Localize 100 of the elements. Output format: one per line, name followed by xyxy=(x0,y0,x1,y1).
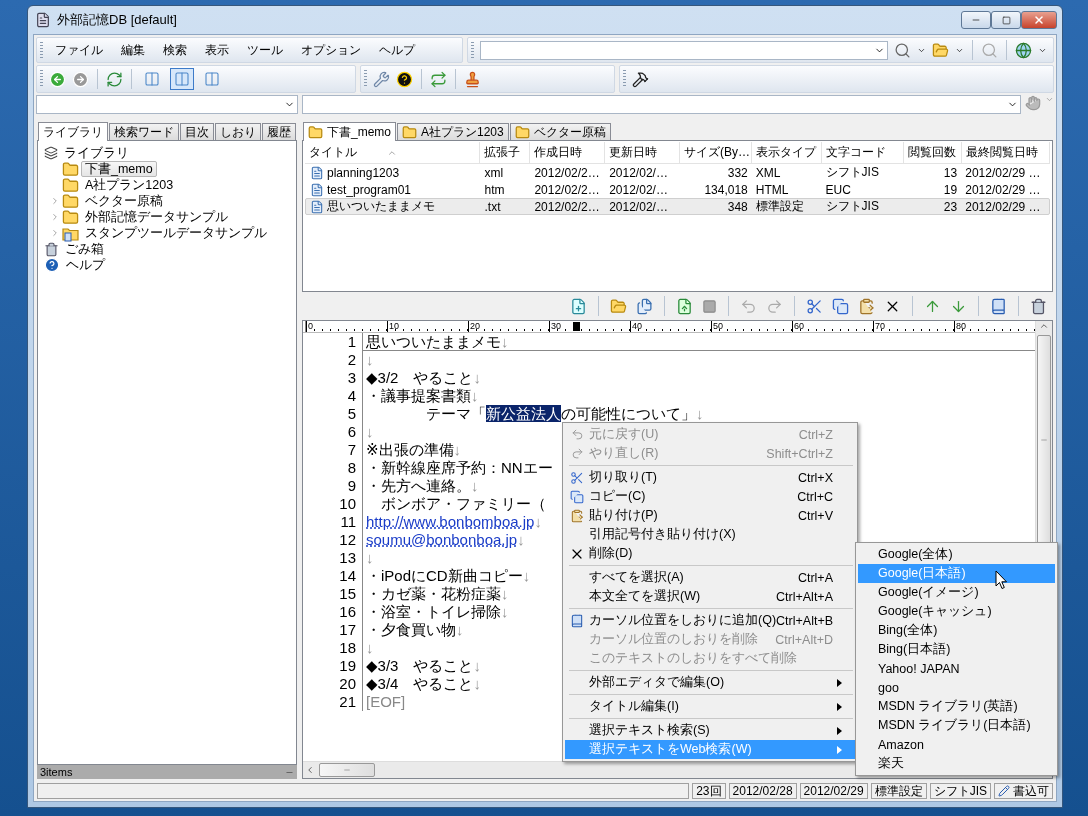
column-header[interactable]: タイトル xyxy=(305,142,480,163)
table-cell: 2012/02/… xyxy=(609,199,668,214)
folder-icon xyxy=(62,176,79,194)
tree-item[interactable]: 下書_memo xyxy=(81,161,157,177)
menu-item[interactable]: カーソル位置をしおりに追加(Q)Ctrl+Alt+B xyxy=(565,611,855,630)
search-icon[interactable] xyxy=(981,41,998,59)
menu-item[interactable]: 楽天 xyxy=(858,754,1055,773)
menu-item[interactable]: Google(キャッシュ) xyxy=(858,602,1055,621)
table-cell: HTML xyxy=(755,182,789,197)
column-header[interactable]: 拡張子 xyxy=(480,142,530,163)
scissors-icon xyxy=(570,470,584,485)
panel-tab[interactable]: ライブラリ xyxy=(38,122,108,141)
document-tab[interactable]: A社プラン1203 xyxy=(397,123,509,140)
maximize-button[interactable] xyxy=(991,11,1021,29)
column-header[interactable]: 表示タイプ xyxy=(752,142,822,163)
paste-icon[interactable] xyxy=(858,297,875,315)
tree-item[interactable]: ライブラリ xyxy=(60,145,133,161)
column-header[interactable]: 最終閲覧日時 xyxy=(962,142,1050,163)
menu-item[interactable]: ファイル xyxy=(49,38,109,62)
search-icon[interactable] xyxy=(894,41,911,59)
menu-item[interactable]: 本文全てを選択(W) Ctrl+Alt+A xyxy=(565,587,855,606)
tools-icon[interactable] xyxy=(632,70,649,88)
menu-item[interactable]: 切り取り(T) Ctrl+X xyxy=(565,468,855,487)
menu-item[interactable]: すべてを選択(A) Ctrl+A xyxy=(565,568,855,587)
column-header[interactable]: 作成日時 xyxy=(530,142,605,163)
files-icon[interactable] xyxy=(636,297,653,315)
globe-icon[interactable] xyxy=(1015,41,1032,59)
menu-item[interactable]: 選択テキスト検索(S) xyxy=(565,721,855,740)
column-header[interactable]: 更新日時 xyxy=(605,142,680,163)
redo-icon[interactable] xyxy=(766,297,783,315)
tree-item[interactable]: ヘルプ xyxy=(62,257,109,273)
menu-item[interactable]: 外部エディタで編集(O) xyxy=(565,673,855,692)
wrench-icon[interactable] xyxy=(373,70,390,88)
column-header[interactable]: 閲覧回数 xyxy=(904,142,962,163)
menu-item[interactable]: Amazon xyxy=(858,735,1055,754)
new-file-icon[interactable] xyxy=(570,297,587,315)
column-header[interactable]: サイズ(By… xyxy=(680,142,752,163)
menu-item[interactable]: 編集 xyxy=(115,38,151,62)
trash-icon[interactable] xyxy=(1030,297,1047,315)
folder-icon[interactable] xyxy=(932,41,949,59)
columns-icon xyxy=(174,71,190,87)
menu-item[interactable]: Yahoo! JAPAN xyxy=(858,659,1055,678)
library-combo-box[interactable] xyxy=(36,95,298,114)
menu-item[interactable]: Bing(日本語) xyxy=(858,640,1055,659)
menu-item[interactable]: 引用記号付き貼り付け(X) xyxy=(565,525,855,544)
text-line: ※出張の準備↓ xyxy=(365,441,462,459)
minimize-button[interactable] xyxy=(961,11,991,29)
search-combo-box[interactable] xyxy=(480,40,888,60)
document-combo-box[interactable] xyxy=(302,95,1021,114)
ruler-number: 30 xyxy=(549,321,630,332)
file-upload-icon[interactable] xyxy=(676,297,693,315)
panel-tab[interactable]: しおり xyxy=(215,123,261,140)
folder-icon[interactable] xyxy=(610,297,627,315)
table-cell: test_program01 xyxy=(327,182,412,197)
help-icon[interactable] xyxy=(396,70,413,88)
menu-item[interactable]: goo xyxy=(858,678,1055,697)
refresh-icon[interactable] xyxy=(106,70,123,88)
pane-layout-button[interactable] xyxy=(170,68,194,90)
menu-item[interactable]: ツール xyxy=(241,38,289,62)
column-header[interactable]: 文字コード xyxy=(822,142,904,163)
scroll-thumb[interactable] xyxy=(1037,335,1051,545)
recycle-icon[interactable] xyxy=(430,70,447,88)
file-row[interactable]: planning1203 xml 2012/02/2… 2012/02/… 332 XML シフトJIS 13 2012/02/29 … xyxy=(305,164,1050,181)
table-cell: planning1203 xyxy=(327,165,400,180)
file-row[interactable]: 思いついたままメモ .txt 2012/02/2… 2012/02/… 348 標準設定 シフトJIS 23 2012/02/29 … xyxy=(305,198,1050,215)
undo-icon[interactable] xyxy=(740,297,757,315)
tree-item[interactable]: スタンプツールデータサンプル xyxy=(81,225,271,241)
scissors-icon[interactable] xyxy=(806,297,823,315)
close-button[interactable] xyxy=(1021,11,1057,29)
ruler-number: 60 xyxy=(792,321,873,332)
menu-item[interactable]: 表示 xyxy=(199,38,235,62)
panel-tab[interactable]: 履歴 xyxy=(262,123,296,140)
tree-item[interactable]: 外部記憶データサンプル xyxy=(81,209,232,225)
document-tab[interactable]: ベクター原稿 xyxy=(509,123,611,140)
stamp-icon[interactable] xyxy=(464,70,481,88)
menu-item[interactable]: 削除(D) xyxy=(565,544,855,563)
tree-item[interactable]: A社プラン1203 xyxy=(81,177,178,193)
menu-item[interactable]: 検索 xyxy=(157,38,193,62)
menu-item[interactable]: コピー(C) Ctrl+C xyxy=(565,487,855,506)
menu-item[interactable]: タイトル編集(I) xyxy=(565,697,855,716)
menu-item[interactable]: Bing(全体) xyxy=(858,621,1055,640)
file-row[interactable]: test_program01 htm 2012/02/2… 2012/02/… 134,018 HTML EUC 19 2012/02/29 … xyxy=(305,181,1050,198)
tree-item[interactable]: ベクター原稿 xyxy=(81,193,167,209)
menu-item[interactable]: MSDN ライブラリ(英語) xyxy=(858,697,1055,716)
tree-item[interactable]: ごみ箱 xyxy=(61,241,108,257)
menu-item[interactable]: 貼り付け(P) Ctrl+V xyxy=(565,506,855,525)
menu-item[interactable]: Google(イメージ) xyxy=(858,583,1055,602)
menu-item[interactable]: MSDN ライブラリ(日本語) xyxy=(858,716,1055,735)
menu-item[interactable]: Google(全体) xyxy=(858,545,1055,564)
line-number: 4 xyxy=(303,387,363,405)
document-tab[interactable]: 下書_memo xyxy=(303,122,396,141)
scroll-thumb[interactable] xyxy=(319,763,375,777)
hand-icon[interactable] xyxy=(1025,95,1041,111)
bookmark-icon[interactable] xyxy=(990,297,1007,315)
panel-tab[interactable]: 検索ワード xyxy=(109,123,179,140)
menu-item[interactable]: オプション xyxy=(295,38,367,62)
panel-tab[interactable]: 目次 xyxy=(180,123,214,140)
square-icon[interactable] xyxy=(702,298,717,314)
copy-icon[interactable] xyxy=(832,297,849,315)
menu-item[interactable]: ヘルプ xyxy=(373,38,421,62)
